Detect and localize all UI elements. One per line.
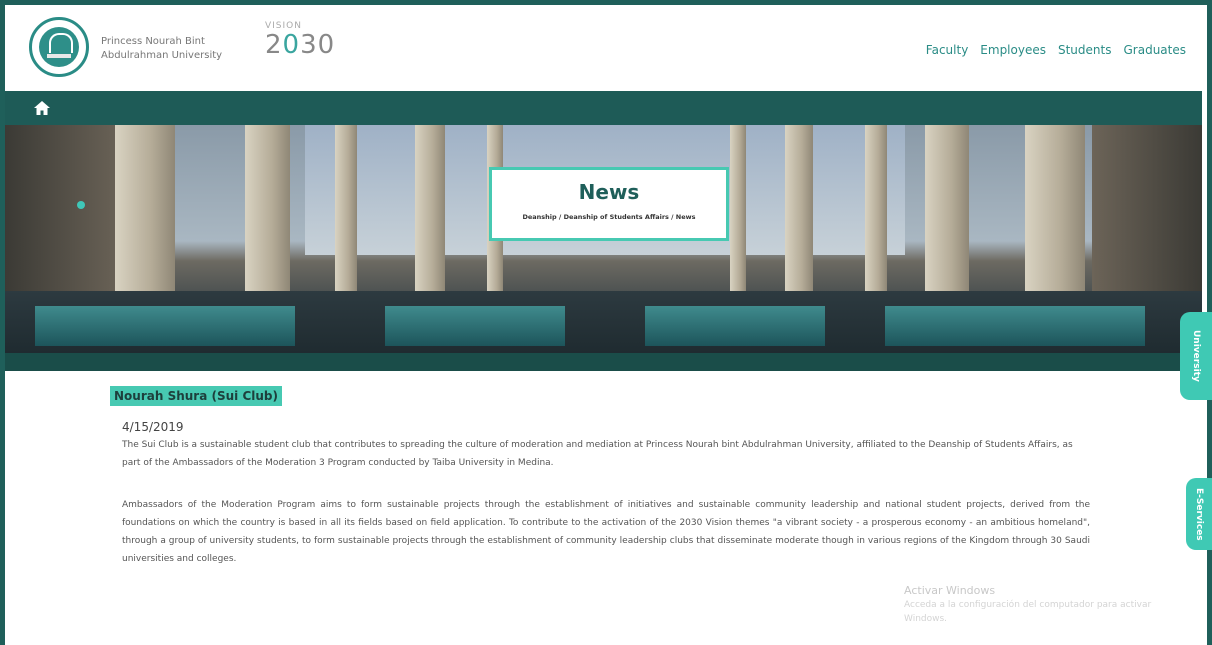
vision-digit-0: 0 <box>282 30 301 60</box>
university-name-line1: Princess Nourah Bint <box>101 36 205 47</box>
vision-digit-2: 2 <box>265 30 283 60</box>
side-tab-university[interactable]: University <box>1180 312 1212 400</box>
hero-banner: News Deanship / Deanship of Students Aff… <box>5 91 1202 371</box>
slider-dot[interactable] <box>77 201 85 209</box>
home-icon[interactable] <box>33 100 51 116</box>
page-title-box: News Deanship / Deanship of Students Aff… <box>489 167 729 241</box>
article-paragraph: Ambassadors of the Moderation Program ai… <box>122 500 1090 564</box>
vision-digit-30: 30 <box>300 30 336 60</box>
page-title: News <box>578 180 640 204</box>
vision-logo-number: 2030 <box>265 31 365 59</box>
article-paragraph: The Sui Club is a sustainable student cl… <box>122 440 1073 468</box>
nav-employees[interactable]: Employees <box>980 43 1046 57</box>
university-name-line2: Abdulrahman University <box>101 50 223 61</box>
hero-wall-left <box>5 125 125 295</box>
watermark-text: Acceda a la configuración del computador… <box>904 600 1152 624</box>
university-name[interactable]: Princess Nourah Bint Abdulrahman Univers… <box>101 35 261 63</box>
hero-water <box>645 306 825 346</box>
logo-emblem-icon <box>39 27 79 67</box>
vision-2030-logo[interactable]: VISION 2030 <box>265 21 365 79</box>
hero-water <box>35 306 295 346</box>
top-nav: Faculty Employees Students Graduates <box>926 43 1186 57</box>
side-tab-eservices[interactable]: E-Services <box>1186 478 1212 550</box>
article-date: 4/15/2019 <box>122 420 184 434</box>
nav-faculty[interactable]: Faculty <box>926 43 969 57</box>
watermark-title: Activar Windows <box>904 584 996 597</box>
article: Nourah Shura (Sui Club) 4/15/2019 The Su… <box>110 385 1090 568</box>
hero-wall-right <box>1092 125 1202 295</box>
site-header: Princess Nourah Bint Abdulrahman Univers… <box>5 5 1202 91</box>
nav-graduates[interactable]: Graduates <box>1123 43 1186 57</box>
article-headline: Nourah Shura (Sui Club) <box>110 386 282 406</box>
university-logo[interactable] <box>29 17 89 77</box>
nav-students[interactable]: Students <box>1058 43 1112 57</box>
breadcrumb[interactable]: Deanship / Deanship of Students Affairs … <box>492 213 726 221</box>
hero-water <box>385 306 565 346</box>
windows-activation-watermark: Activar Windows Acceda a la configuració… <box>904 584 1184 626</box>
hero-water <box>885 306 1145 346</box>
